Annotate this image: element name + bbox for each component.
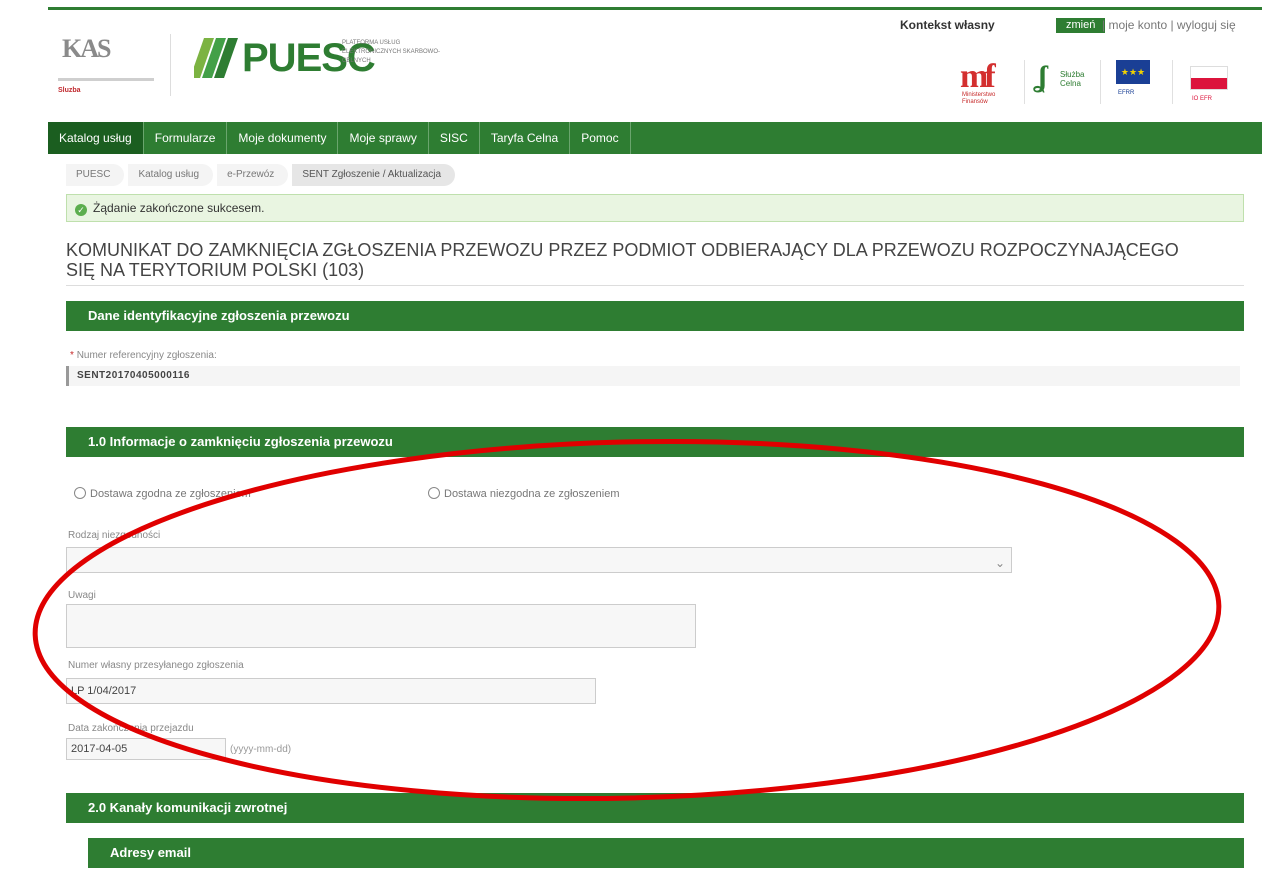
nav-item-moje-dokumenty[interactable]: Moje dokumenty xyxy=(227,122,339,154)
breadcrumb-item[interactable]: e-Przewóz xyxy=(217,164,289,186)
section-header-closing-info: 1.0 Informacje o zamknięciu zgłoszenia p… xyxy=(66,427,1244,457)
breadcrumb: PUESC Katalog usług e-Przewóz SENT Zgłos… xyxy=(66,164,459,186)
discrepancy-type-label: Rodzaj niezgodności xyxy=(68,530,161,541)
partner-divider xyxy=(1172,60,1173,104)
change-context-button[interactable]: zmień xyxy=(1056,18,1106,33)
mf-logo-caption: Ministerstwo Finansów xyxy=(962,92,996,105)
poland-logo[interactable]: IO EFR xyxy=(1180,56,1240,108)
logo-divider xyxy=(170,34,171,96)
ref-number-value: SENT20170405000116 xyxy=(66,366,1240,386)
ref-number-label: * Numer referencyjny zgłoszenia: xyxy=(70,350,217,361)
site-header: KAS Sluzba PUESC PLATFORMA USŁUG ELEKTRO… xyxy=(48,10,1262,120)
partner-divider xyxy=(1100,60,1101,104)
section-header-channels: 2.0 Kanały komunikacji zwrotnej xyxy=(66,793,1244,823)
kas-logo-mark: KAS xyxy=(62,34,111,63)
main-navigation: Katalog usług Formularze Moje dokumenty … xyxy=(48,122,1262,154)
radio-circle-icon xyxy=(74,487,86,499)
eu-logo-caption: EFRR xyxy=(1118,90,1135,96)
radio-delivery-noncompliant[interactable]: Dostawa niezgodna ze zgłoszeniem xyxy=(428,487,620,500)
customs-logo-mark: ʆ xyxy=(1038,60,1048,93)
ministry-finance-logo[interactable]: mf Ministerstwo Finansów xyxy=(960,56,1014,108)
eu-logo[interactable]: ★★★ EFRR xyxy=(1108,56,1166,108)
title-divider xyxy=(66,285,1244,286)
date-format-hint: (yyyy-mm-dd) xyxy=(230,744,292,755)
breadcrumb-item[interactable]: Katalog usług xyxy=(128,164,214,186)
customs-service-logo[interactable]: ʆ Służba Celna xyxy=(1038,56,1094,108)
context-label: Kontekst własny xyxy=(900,18,995,32)
end-date-label: Data zakończenia przejazdu xyxy=(68,723,194,734)
customs-logo-caption: Służba Celna xyxy=(1060,70,1085,88)
kas-logo[interactable]: KAS Sluzba xyxy=(58,34,154,104)
subsection-header-emails: Adresy email xyxy=(88,838,1244,868)
own-number-field[interactable]: LP 1/04/2017 xyxy=(66,678,596,704)
puesc-stripes-icon xyxy=(194,38,238,78)
mf-logo-mark: mf xyxy=(960,58,996,95)
breadcrumb-current: SENT Zgłoszenie / Aktualizacja xyxy=(292,164,456,186)
poland-flag-icon xyxy=(1190,66,1228,90)
notes-field[interactable] xyxy=(66,604,696,648)
account-links[interactable]: | moje konto | wyloguj się xyxy=(1102,18,1236,32)
discrepancy-type-select[interactable]: ⌄ xyxy=(66,547,1012,573)
alert-text: Żądanie zakończone sukcesem. xyxy=(93,201,265,215)
radio-delivery-compliant[interactable]: Dostawa zgodna ze zgłoszeniem xyxy=(74,487,251,500)
nav-item-formularze[interactable]: Formularze xyxy=(144,122,228,154)
notes-label: Uwagi xyxy=(68,590,96,601)
nav-item-taryfa-celna[interactable]: Taryfa Celna xyxy=(480,122,571,154)
page-title: KOMUNIKAT DO ZAMKNIĘCIA ZGŁOSZENIA PRZEW… xyxy=(66,240,1179,280)
breadcrumb-item[interactable]: PUESC xyxy=(66,164,125,186)
own-number-label: Numer własny przesyłanego zgłoszenia xyxy=(68,660,244,671)
kas-logo-rule xyxy=(58,78,154,81)
puesc-logo[interactable]: PUESC PLATFORMA USŁUG ELEKTRONICZNYCH SK… xyxy=(194,36,454,82)
check-circle-icon: ✓ xyxy=(75,204,87,216)
section-header-identification: Dane identyfikacyjne zgłoszenia przewozu xyxy=(66,301,1244,331)
nav-item-katalog-uslug[interactable]: Katalog usług xyxy=(48,122,144,154)
kas-logo-caption: Sluzba xyxy=(58,87,81,94)
nav-item-pomoc[interactable]: Pomoc xyxy=(570,122,631,154)
eu-flag-icon: ★★★ xyxy=(1116,60,1150,84)
nav-item-moje-sprawy[interactable]: Moje sprawy xyxy=(338,122,429,154)
chevron-down-icon: ⌄ xyxy=(994,556,1005,570)
poland-logo-caption: IO EFR xyxy=(1192,96,1213,102)
radio-circle-icon xyxy=(428,487,440,499)
partner-divider xyxy=(1024,60,1025,104)
nav-item-sisc[interactable]: SISC xyxy=(429,122,480,154)
success-alert: ✓ Żądanie zakończone sukcesem. xyxy=(66,194,1244,222)
puesc-description: PLATFORMA USŁUG ELEKTRONICZNYCH SKARBOWO… xyxy=(342,40,441,64)
end-date-field[interactable]: 2017-04-05 xyxy=(66,738,226,760)
